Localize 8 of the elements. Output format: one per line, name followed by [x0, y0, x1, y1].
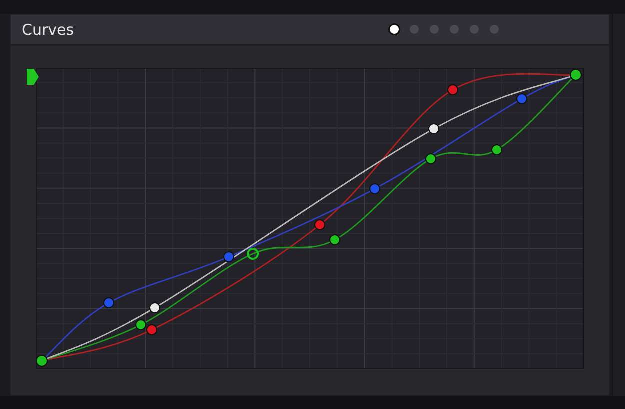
page-dot[interactable]	[490, 25, 499, 34]
page-dot[interactable]	[470, 25, 479, 34]
page-dot[interactable]	[390, 25, 399, 34]
page-dot[interactable]	[410, 25, 419, 34]
curve-start-handle-icon[interactable]	[27, 69, 39, 85]
page-dot[interactable]	[450, 25, 459, 34]
page-dot[interactable]	[430, 25, 439, 34]
panel-title: Curves	[22, 20, 76, 38]
